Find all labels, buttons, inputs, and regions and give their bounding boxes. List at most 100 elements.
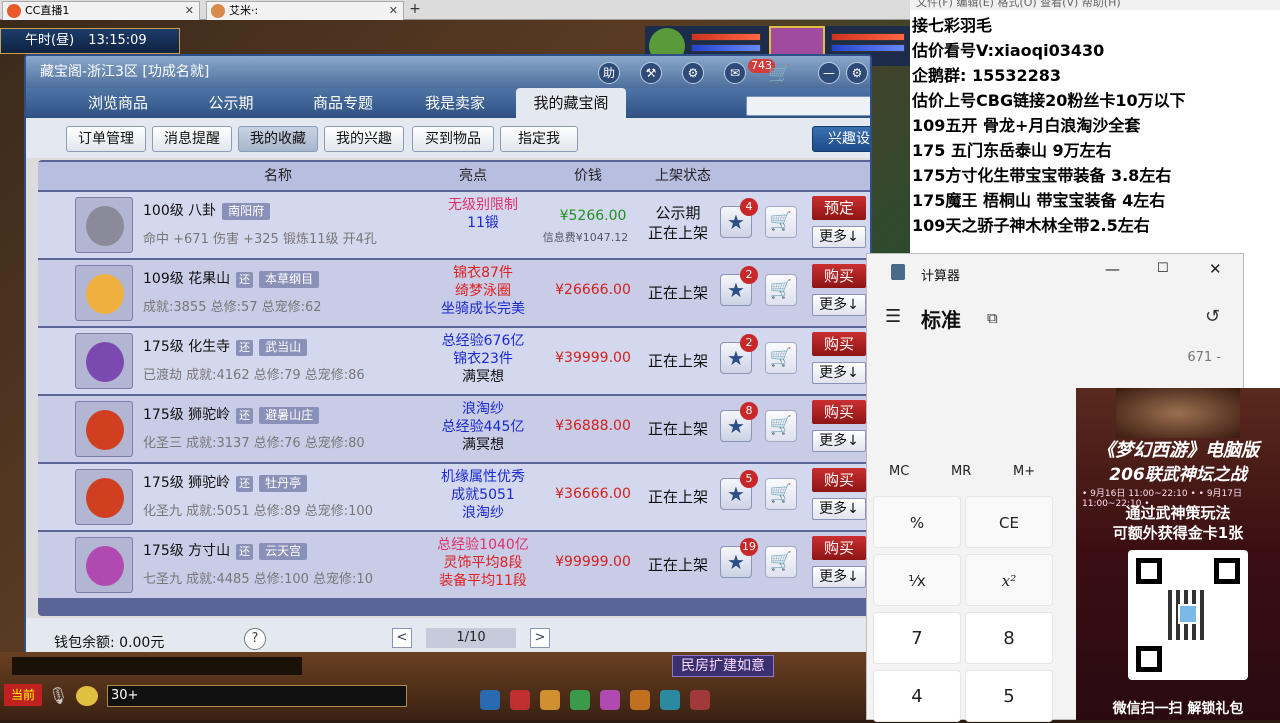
item-avatar[interactable] xyxy=(75,469,133,525)
close-button[interactable]: ✕ xyxy=(1209,260,1222,278)
more-button[interactable]: 更多↓ xyxy=(812,498,866,520)
buy-button[interactable]: 购买 xyxy=(812,468,866,492)
five-key[interactable]: 5 xyxy=(965,670,1053,722)
prev-page-button[interactable]: < xyxy=(392,628,412,648)
table-row[interactable]: 175级 化生寺还武当山 已渡劫 成就:4162 总修:79 总宠修:86 总经验6… xyxy=(38,328,870,394)
seven-key[interactable]: 7 xyxy=(873,612,961,664)
shop-icon[interactable] xyxy=(690,690,710,710)
listing-status: 正在上架 xyxy=(647,556,708,574)
maximize-button[interactable]: ☐ xyxy=(1157,261,1169,276)
add-to-cart-icon[interactable]: 🛒 xyxy=(765,546,797,578)
help-button[interactable]: ? xyxy=(244,628,266,650)
item-title[interactable]: 175级 方寸山还云天宫 xyxy=(143,540,308,560)
new-tab-button[interactable]: + xyxy=(406,1,424,19)
interest-settings-button[interactable]: 兴趣设置 xyxy=(812,126,870,152)
more-button[interactable]: 更多↓ xyxy=(812,430,866,452)
tab-seller[interactable]: 我是卖家 xyxy=(400,88,510,118)
more-button[interactable]: 更多↓ xyxy=(812,566,866,588)
settings-icon[interactable]: ⚙ xyxy=(846,62,868,84)
item-avatar[interactable] xyxy=(75,401,133,457)
buy-button[interactable]: 购买 xyxy=(812,332,866,356)
subtab-messages[interactable]: 消息提醒 xyxy=(152,126,232,152)
item-avatar[interactable] xyxy=(75,197,133,253)
add-to-cart-icon[interactable]: 🛒 xyxy=(765,206,797,238)
server-tag: 本草纲目 xyxy=(259,271,320,288)
table-row[interactable]: 175级 狮驼岭还牡丹亭 化圣九 成就:5051 总修:89 总宠修:100 机缘属… xyxy=(38,464,870,530)
chat-toolbar[interactable] xyxy=(12,657,302,675)
browser-tab-aimi[interactable]: 艾米·: ✕ xyxy=(206,1,404,20)
house-expand-button[interactable]: 民房扩建如意 xyxy=(672,655,774,677)
tab-topics[interactable]: 商品专题 xyxy=(288,88,398,118)
item-title[interactable]: 100级 八卦 南阳府 xyxy=(143,200,271,220)
item-avatar[interactable] xyxy=(75,537,133,593)
emoji-icon[interactable] xyxy=(76,686,98,706)
history-icon[interactable]: ↺ xyxy=(1205,306,1220,327)
qr-finder xyxy=(1136,558,1162,584)
subtab-purchased[interactable]: 买到物品 xyxy=(412,126,494,152)
more-button[interactable]: 更多↓ xyxy=(812,294,866,316)
table-row[interactable]: 175级 狮驼岭还避暑山庄 化圣三 成就:3137 总修:76 总宠修:80 浪淘纱… xyxy=(38,396,870,462)
eight-key[interactable]: 8 xyxy=(965,612,1053,664)
buy-button[interactable]: 购买 xyxy=(812,400,866,424)
buy-button[interactable]: 购买 xyxy=(812,536,866,560)
more-button[interactable]: 更多↓ xyxy=(812,362,866,384)
reserve-button[interactable]: 预定 xyxy=(812,196,866,220)
subtab-orders[interactable]: 订单管理 xyxy=(66,126,146,152)
add-to-cart-icon[interactable]: 🛒 xyxy=(765,478,797,510)
add-to-cart-icon[interactable]: 🛒 xyxy=(765,274,797,306)
friend-icon[interactable] xyxy=(660,690,680,710)
gear-icon[interactable]: ⚙ xyxy=(682,62,704,84)
mc-button[interactable]: MC xyxy=(889,464,909,479)
mr-button[interactable]: MR xyxy=(951,464,971,479)
four-key[interactable]: 4 xyxy=(873,670,961,722)
menu-icon[interactable]: ☰ xyxy=(885,306,901,327)
item-title[interactable]: 175级 化生寺还武当山 xyxy=(143,336,308,356)
square-key[interactable]: x² xyxy=(965,554,1053,606)
minimize-button[interactable]: — xyxy=(1105,260,1120,278)
chat-channel-button[interactable]: 当前 xyxy=(4,684,42,706)
subtab-interests[interactable]: 我的兴趣 xyxy=(324,126,404,152)
percent-key[interactable]: % xyxy=(873,496,961,548)
message-icon[interactable]: ✉ xyxy=(724,62,746,84)
team-icon[interactable] xyxy=(570,690,590,710)
item-avatar[interactable] xyxy=(75,265,133,321)
item-title[interactable]: 175级 狮驼岭还牡丹亭 xyxy=(143,472,308,492)
task-icon[interactable] xyxy=(540,690,560,710)
chat-input[interactable]: 30+ xyxy=(107,685,407,707)
item-avatar[interactable] xyxy=(75,333,133,389)
system-icon[interactable] xyxy=(630,690,650,710)
browser-tab-cc-live[interactable]: CC直播1 ✕ xyxy=(2,1,200,20)
help-button[interactable]: 助 xyxy=(598,62,620,84)
ce-key[interactable]: CE xyxy=(965,496,1053,548)
add-to-cart-icon[interactable]: 🛒 xyxy=(765,342,797,374)
microphone-icon[interactable]: 🎙 xyxy=(48,686,68,705)
tab-public-period[interactable]: 公示期 xyxy=(176,88,286,118)
hammer-icon[interactable]: ⚒ xyxy=(640,62,662,84)
notepad-menu[interactable]: 文件(F) 编辑(E) 格式(O) 查看(V) 帮助(H) xyxy=(910,0,1280,10)
minimize-button[interactable]: — xyxy=(818,62,840,84)
keep-on-top-icon[interactable]: ⧉ xyxy=(987,309,998,327)
item-title[interactable]: 175级 狮驼岭还避暑山庄 xyxy=(143,404,320,424)
more-button[interactable]: 更多↓ xyxy=(812,226,866,248)
item-title[interactable]: 109级 花果山还本草纲目 xyxy=(143,268,320,288)
table-row[interactable]: 175级 方寸山还云天宫 七圣九 成就:4485 总修:100 总宠修:10 总经验… xyxy=(38,532,870,598)
tab-my-cbg[interactable]: 我的藏宝阁 xyxy=(516,88,626,118)
table-row[interactable]: 100级 八卦 南阳府 命中 +671 伤害 +325 锻炼11级 开4孔 无级别限制… xyxy=(38,192,870,258)
reciprocal-key[interactable]: ¹⁄x xyxy=(873,554,961,606)
buy-button[interactable]: 购买 xyxy=(812,264,866,288)
subtab-designated[interactable]: 指定我 xyxy=(500,126,578,152)
tab-browse[interactable]: 浏览商品 xyxy=(58,88,178,118)
item-summary: 已渡劫 成就:4162 总修:79 总宠修:86 xyxy=(143,368,365,383)
skill-icon[interactable] xyxy=(480,690,500,710)
next-page-button[interactable]: > xyxy=(530,628,550,648)
add-to-cart-icon[interactable]: 🛒 xyxy=(765,410,797,442)
table-row[interactable]: 109级 花果山还本草纲目 成就:3855 总修:57 总宠修:62 锦衣87件 绮梦… xyxy=(38,260,870,326)
m-plus-button[interactable]: M+ xyxy=(1013,464,1035,479)
cart-icon[interactable]: 🛒 xyxy=(768,64,790,85)
close-tab-icon[interactable]: ✕ xyxy=(389,2,398,19)
subtab-favorites[interactable]: 我的收藏 xyxy=(238,126,318,152)
search-input[interactable]: 🔍 xyxy=(746,96,870,116)
close-tab-icon[interactable]: ✕ xyxy=(185,2,194,19)
bag-icon[interactable] xyxy=(510,690,530,710)
guild-icon[interactable] xyxy=(600,690,620,710)
